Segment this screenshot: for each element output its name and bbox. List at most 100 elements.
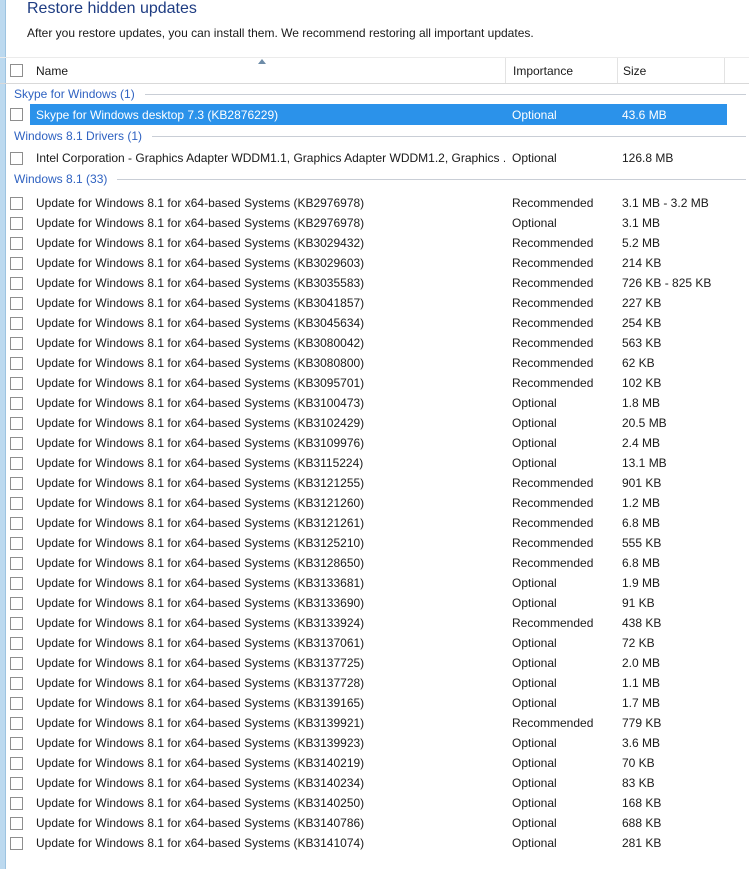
update-row[interactable]: Update for Windows 8.1 for x64-based Sys… [0,573,749,593]
group-header[interactable]: Skype for Windows (1) [0,84,749,104]
update-row[interactable]: Update for Windows 8.1 for x64-based Sys… [0,493,749,513]
update-row[interactable]: Update for Windows 8.1 for x64-based Sys… [0,533,749,553]
row-checkbox[interactable] [10,656,23,670]
row-checkbox[interactable] [10,236,23,250]
row-checkbox[interactable] [10,556,23,570]
restore-hidden-updates-window: Restore hidden updates After you restore… [0,0,749,869]
row-checkbox[interactable] [10,456,23,470]
update-importance: Optional [512,436,557,450]
row-checkbox[interactable] [10,396,23,410]
update-row[interactable]: Update for Windows 8.1 for x64-based Sys… [0,693,749,713]
row-checkbox[interactable] [10,536,23,550]
group-header[interactable]: Windows 8.1 (33) [0,169,749,193]
row-checkbox[interactable] [10,576,23,590]
row-checkbox[interactable] [10,596,23,610]
row-checkbox[interactable] [10,636,23,650]
update-row[interactable]: Update for Windows 8.1 for x64-based Sys… [0,733,749,753]
update-row[interactable]: Update for Windows 8.1 for x64-based Sys… [0,793,749,813]
update-size: 20.5 MB [622,416,667,430]
update-row[interactable]: Update for Windows 8.1 for x64-based Sys… [0,473,749,493]
row-checkbox[interactable] [10,336,23,350]
select-all-checkbox[interactable] [10,64,23,77]
update-row[interactable]: Update for Windows 8.1 for x64-based Sys… [0,633,749,653]
row-checkbox[interactable] [10,756,23,770]
update-row[interactable]: Update for Windows 8.1 for x64-based Sys… [0,333,749,353]
update-row[interactable]: Update for Windows 8.1 for x64-based Sys… [0,553,749,573]
row-checkbox[interactable] [10,151,23,165]
update-row[interactable]: Update for Windows 8.1 for x64-based Sys… [0,833,749,853]
row-checkbox[interactable] [10,496,23,510]
update-size: 688 KB [622,816,662,830]
update-name: Skype for Windows desktop 7.3 (KB2876229… [36,107,279,122]
update-row[interactable]: Update for Windows 8.1 for x64-based Sys… [0,613,749,633]
update-importance: Optional [512,776,557,790]
group-header[interactable]: Windows 8.1 Drivers (1) [0,125,749,147]
row-checkbox[interactable] [10,796,23,810]
row-content: Update for Windows 8.1 for x64-based Sys… [30,753,727,773]
row-checkbox[interactable] [10,196,23,210]
update-row[interactable]: Update for Windows 8.1 for x64-based Sys… [0,773,749,793]
update-row[interactable]: Update for Windows 8.1 for x64-based Sys… [0,253,749,273]
update-row[interactable]: Update for Windows 8.1 for x64-based Sys… [0,813,749,833]
row-content: Update for Windows 8.1 for x64-based Sys… [30,493,727,513]
update-row[interactable]: Update for Windows 8.1 for x64-based Sys… [0,213,749,233]
update-row[interactable]: Update for Windows 8.1 for x64-based Sys… [0,193,749,213]
row-checkbox[interactable] [10,436,23,450]
row-checkbox[interactable] [10,736,23,750]
update-row[interactable]: Update for Windows 8.1 for x64-based Sys… [0,353,749,373]
column-header-name[interactable]: Name [30,58,505,83]
update-row[interactable]: Update for Windows 8.1 for x64-based Sys… [0,673,749,693]
update-row[interactable]: Update for Windows 8.1 for x64-based Sys… [0,513,749,533]
column-header-size[interactable]: Size [617,58,725,83]
column-header-importance[interactable]: Importance [505,58,617,83]
update-row[interactable]: Intel Corporation - Graphics Adapter WDD… [0,147,749,169]
list-header: Name Importance Size [0,57,749,84]
update-row[interactable]: Update for Windows 8.1 for x64-based Sys… [0,713,749,733]
row-checkbox[interactable] [10,216,23,230]
update-row[interactable]: Update for Windows 8.1 for x64-based Sys… [0,433,749,453]
row-checkbox[interactable] [10,108,23,121]
update-name: Update for Windows 8.1 for x64-based Sys… [36,616,365,630]
update-row[interactable]: Update for Windows 8.1 for x64-based Sys… [0,593,749,613]
update-row[interactable]: Update for Windows 8.1 for x64-based Sys… [0,393,749,413]
row-checkbox[interactable] [10,716,23,730]
update-row[interactable]: Update for Windows 8.1 for x64-based Sys… [0,753,749,773]
update-size: 6.8 MB [622,516,661,530]
row-checkbox[interactable] [10,316,23,330]
row-content: Update for Windows 8.1 for x64-based Sys… [30,413,727,433]
update-importance: Optional [512,836,557,850]
row-checkbox[interactable] [10,256,23,270]
updates-list-body: Skype for Windows (1) Skype for Windows d… [0,84,749,853]
row-checkbox-cell [0,813,30,833]
row-checkbox-cell [0,833,30,853]
update-row[interactable]: Update for Windows 8.1 for x64-based Sys… [0,313,749,333]
row-checkbox[interactable] [10,816,23,830]
row-checkbox[interactable] [10,356,23,370]
row-checkbox[interactable] [10,276,23,290]
row-checkbox[interactable] [10,836,23,850]
update-name: Update for Windows 8.1 for x64-based Sys… [36,716,365,730]
row-checkbox[interactable] [10,476,23,490]
update-row[interactable]: Update for Windows 8.1 for x64-based Sys… [0,653,749,673]
row-checkbox[interactable] [10,696,23,710]
update-size: 1.8 MB [622,396,661,410]
row-checkbox-cell [0,753,30,773]
row-content: Update for Windows 8.1 for x64-based Sys… [30,713,727,733]
row-checkbox-cell [0,593,30,613]
update-row[interactable]: Update for Windows 8.1 for x64-based Sys… [0,293,749,313]
update-row[interactable]: Update for Windows 8.1 for x64-based Sys… [0,373,749,393]
row-checkbox[interactable] [10,376,23,390]
row-checkbox[interactable] [10,676,23,690]
update-row[interactable]: Update for Windows 8.1 for x64-based Sys… [0,413,749,433]
update-row[interactable]: Skype for Windows desktop 7.3 (KB2876229… [0,104,749,125]
row-checkbox[interactable] [10,516,23,530]
row-checkbox[interactable] [10,616,23,630]
update-row[interactable]: Update for Windows 8.1 for x64-based Sys… [0,273,749,293]
row-checkbox-cell [0,253,30,273]
row-checkbox[interactable] [10,776,23,790]
update-importance: Recommended [512,376,594,390]
row-checkbox[interactable] [10,416,23,430]
update-row[interactable]: Update for Windows 8.1 for x64-based Sys… [0,233,749,253]
update-row[interactable]: Update for Windows 8.1 for x64-based Sys… [0,453,749,473]
row-checkbox[interactable] [10,296,23,310]
